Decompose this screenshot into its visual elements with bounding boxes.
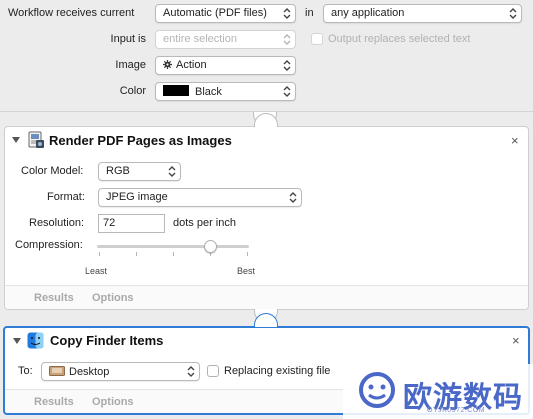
resolution-value: 72 (103, 217, 116, 229)
options-tab[interactable]: Options (92, 292, 134, 304)
image-value: Action (176, 59, 207, 71)
application-popup[interactable]: any application (323, 4, 522, 23)
disclosure-triangle-icon[interactable] (13, 338, 21, 344)
input-is-value: entire selection (163, 33, 237, 45)
color-popup[interactable]: Black (155, 82, 296, 101)
watermark-subtext: OYJK0572.COM (427, 407, 486, 414)
slider-knob[interactable] (204, 240, 217, 253)
format-label: Format: (47, 191, 85, 203)
receives-popup[interactable]: Automatic (PDF files) (155, 4, 296, 23)
popup-arrows-icon (187, 366, 195, 377)
color-model-popup[interactable]: RGB (98, 162, 181, 181)
options-tab[interactable]: Options (92, 396, 134, 408)
receives-label: Workflow receives current (8, 7, 135, 19)
results-tab[interactable]: Results (34, 396, 74, 408)
compression-label: Compression: (15, 239, 83, 251)
replacing-existing-checkbox[interactable] (207, 365, 219, 377)
watermark-logo-icon (359, 372, 395, 408)
action-title: Render PDF Pages as Images (49, 133, 232, 148)
action-footer: Results Options (5, 285, 528, 309)
finder-icon (27, 332, 44, 349)
popup-arrows-icon (283, 60, 291, 71)
popup-arrows-icon (168, 166, 176, 177)
input-is-popup: entire selection (155, 30, 296, 49)
watermark: 欧游数码 OYJK0572.COM (343, 364, 533, 419)
format-value: JPEG image (106, 191, 168, 203)
render-pdf-action[interactable]: Render PDF Pages as Images × Color Model… (4, 113, 529, 323)
close-icon[interactable]: × (512, 334, 520, 347)
destination-value: Desktop (69, 366, 110, 378)
popup-arrows-icon (283, 86, 291, 97)
resolution-field[interactable]: 72 (98, 214, 165, 233)
replacing-existing-label: Replacing existing file (224, 365, 331, 377)
output-replaces-checkbox (311, 33, 323, 45)
application-value: any application (331, 7, 405, 19)
color-swatch (163, 85, 189, 96)
popup-arrows-icon (283, 34, 291, 45)
slider-track (97, 245, 249, 248)
compression-slider[interactable] (97, 239, 249, 263)
image-popup[interactable]: Action (155, 56, 296, 75)
disclosure-triangle-icon[interactable] (12, 137, 20, 143)
color-model-label: Color Model: (21, 165, 84, 177)
slider-tick (173, 252, 174, 256)
gear-icon (163, 60, 172, 69)
render-pdf-icon (28, 131, 44, 148)
action-title: Copy Finder Items (50, 333, 164, 348)
image-label: Image (115, 59, 146, 71)
resolution-label: Resolution: (29, 217, 85, 229)
to-label: To: (18, 365, 33, 377)
slider-tick (136, 252, 137, 256)
input-is-label: Input is (110, 33, 146, 45)
slider-tick (99, 252, 100, 256)
slider-tick (247, 252, 248, 256)
receives-value: Automatic (PDF files) (163, 7, 267, 19)
popup-arrows-icon (283, 8, 291, 19)
in-label: in (305, 7, 314, 19)
destination-popup[interactable]: Desktop (41, 362, 200, 381)
compression-min-label: Least (85, 266, 108, 276)
desktop-folder-icon (49, 366, 65, 376)
close-icon[interactable]: × (511, 134, 519, 147)
results-tab[interactable]: Results (34, 292, 74, 304)
compression-max-label: Best (237, 266, 256, 276)
resolution-unit: dots per inch (173, 217, 236, 229)
color-label: Color (119, 85, 146, 97)
format-popup[interactable]: JPEG image (98, 188, 302, 207)
popup-arrows-icon (509, 8, 517, 19)
workflow-settings-panel: Workflow receives current Automatic (PDF… (0, 0, 533, 112)
output-replaces-label: Output replaces selected text (328, 33, 471, 45)
color-model-value: RGB (106, 165, 130, 177)
popup-arrows-icon (289, 192, 297, 203)
color-value: Black (195, 86, 222, 98)
